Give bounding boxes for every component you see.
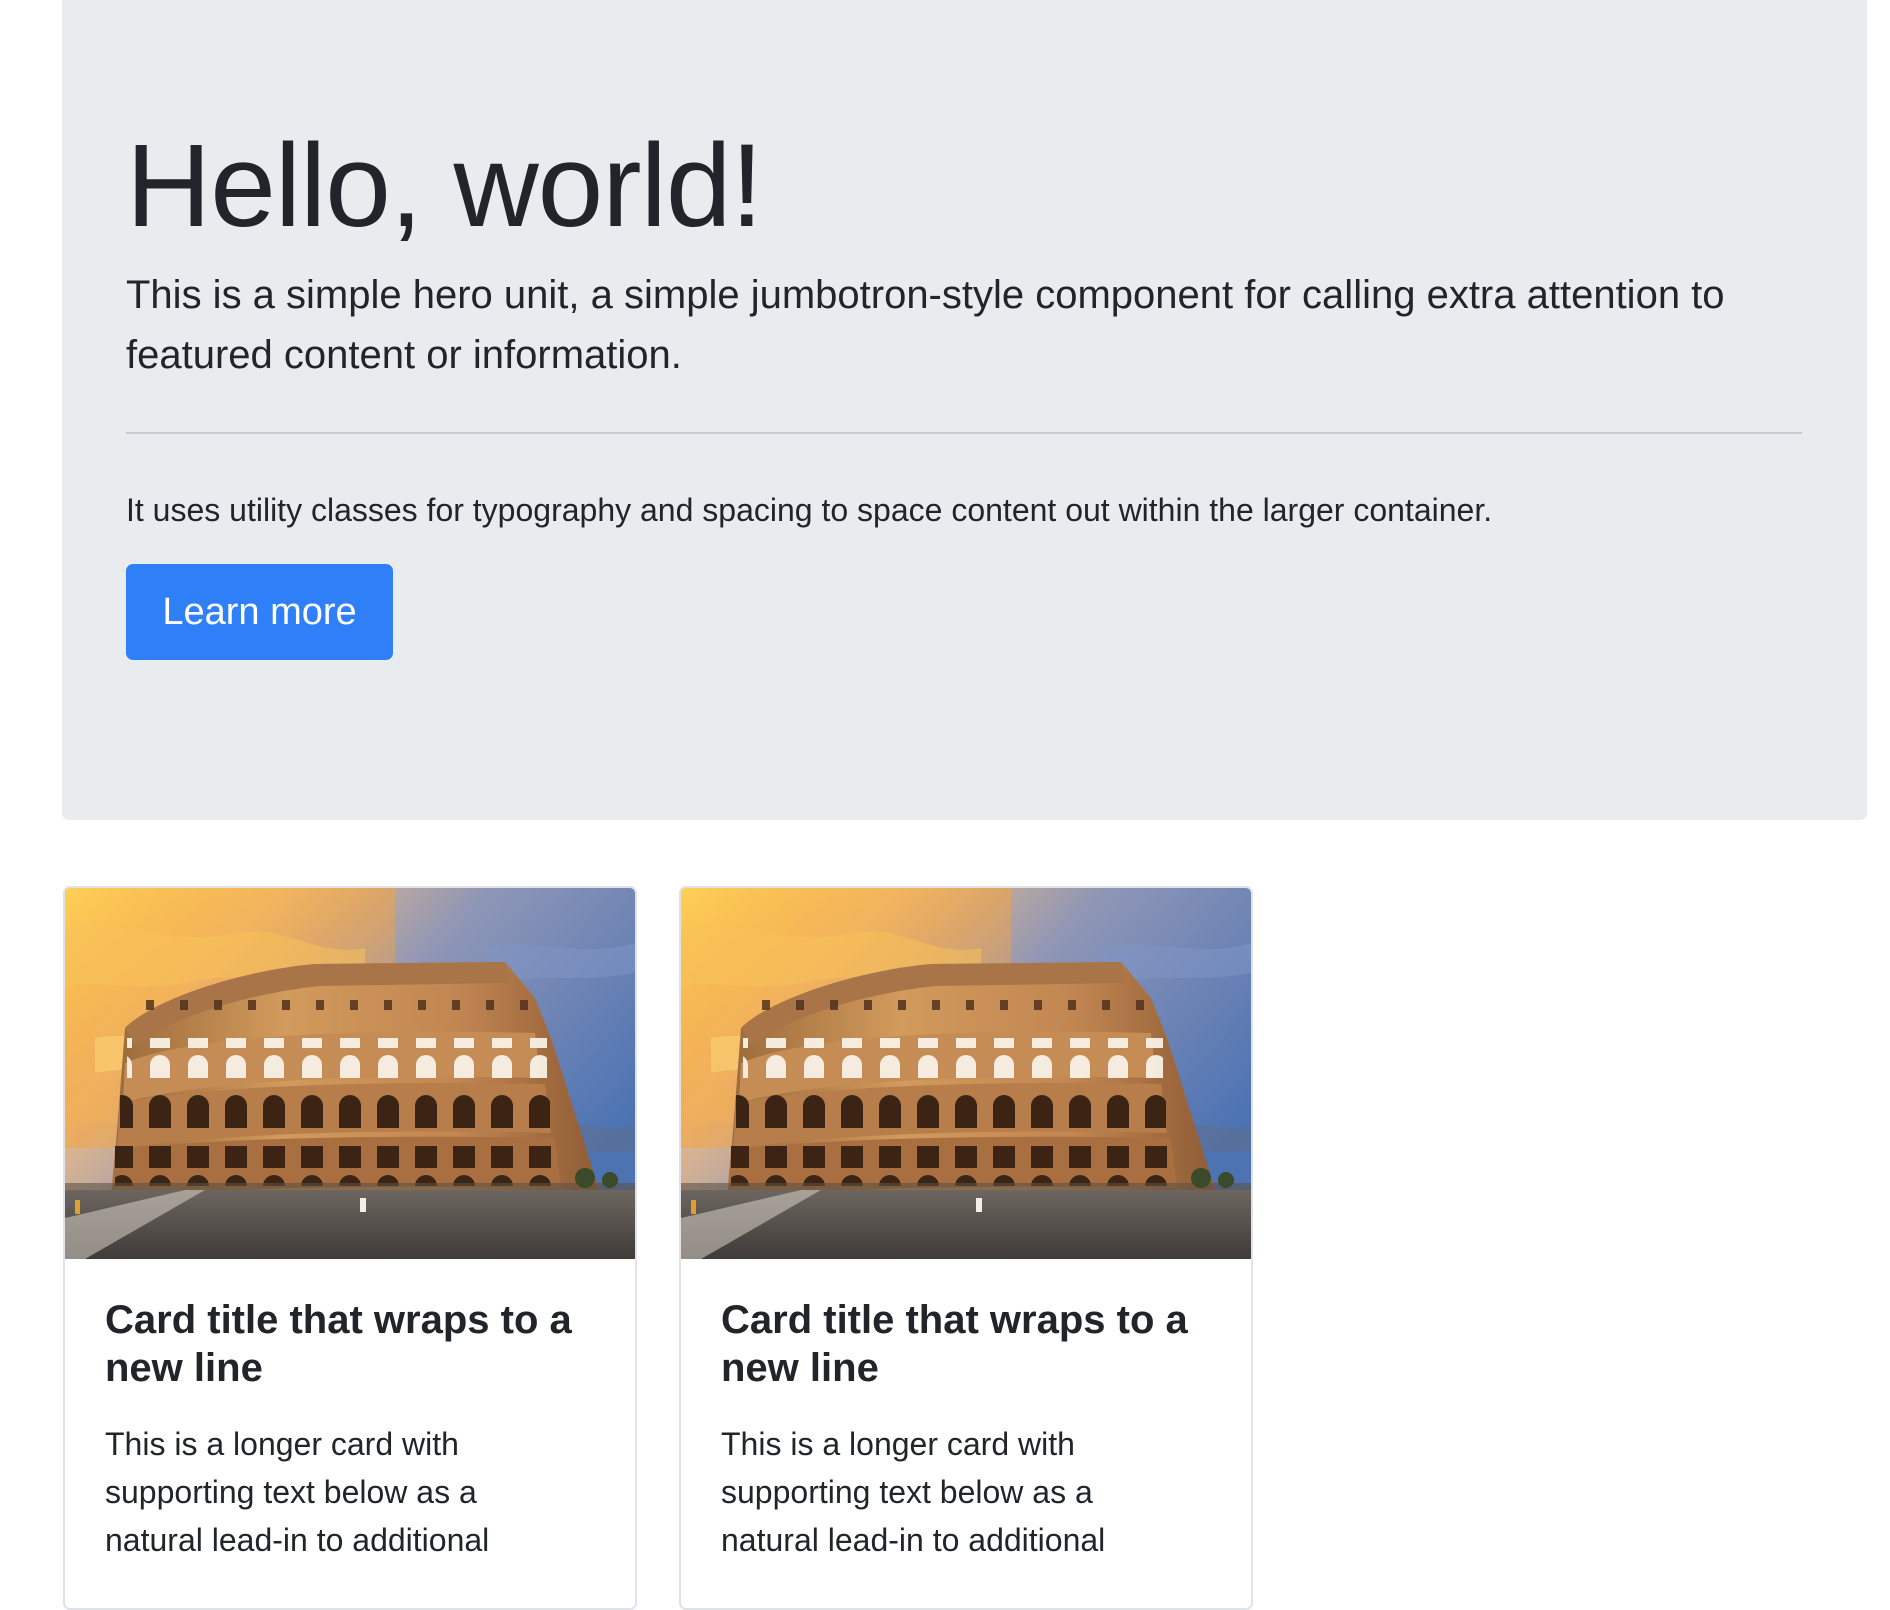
hero-body-text: It uses utility classes for typography a… <box>126 492 1493 528</box>
learn-more-button[interactable]: Learn more <box>126 564 393 660</box>
colosseum-image <box>65 888 635 1259</box>
colosseum-image <box>681 888 1251 1259</box>
card: Card title that wraps to a new line This… <box>63 886 637 1610</box>
card-title: Card title that wraps to a new line <box>105 1298 572 1390</box>
card: Card title that wraps to a new line This… <box>679 886 1253 1610</box>
hero-lead-text: This is a simple hero unit, a simple jum… <box>126 273 1725 377</box>
hero-title: Hello, world! <box>126 120 763 252</box>
card-text: This is a longer card with supporting te… <box>105 1426 490 1558</box>
jumbotron: Hello, world! This is a simple hero unit… <box>62 0 1867 820</box>
hero-divider <box>126 432 1802 434</box>
card-text: This is a longer card with supporting te… <box>721 1426 1106 1558</box>
card-title: Card title that wraps to a new line <box>721 1298 1188 1390</box>
